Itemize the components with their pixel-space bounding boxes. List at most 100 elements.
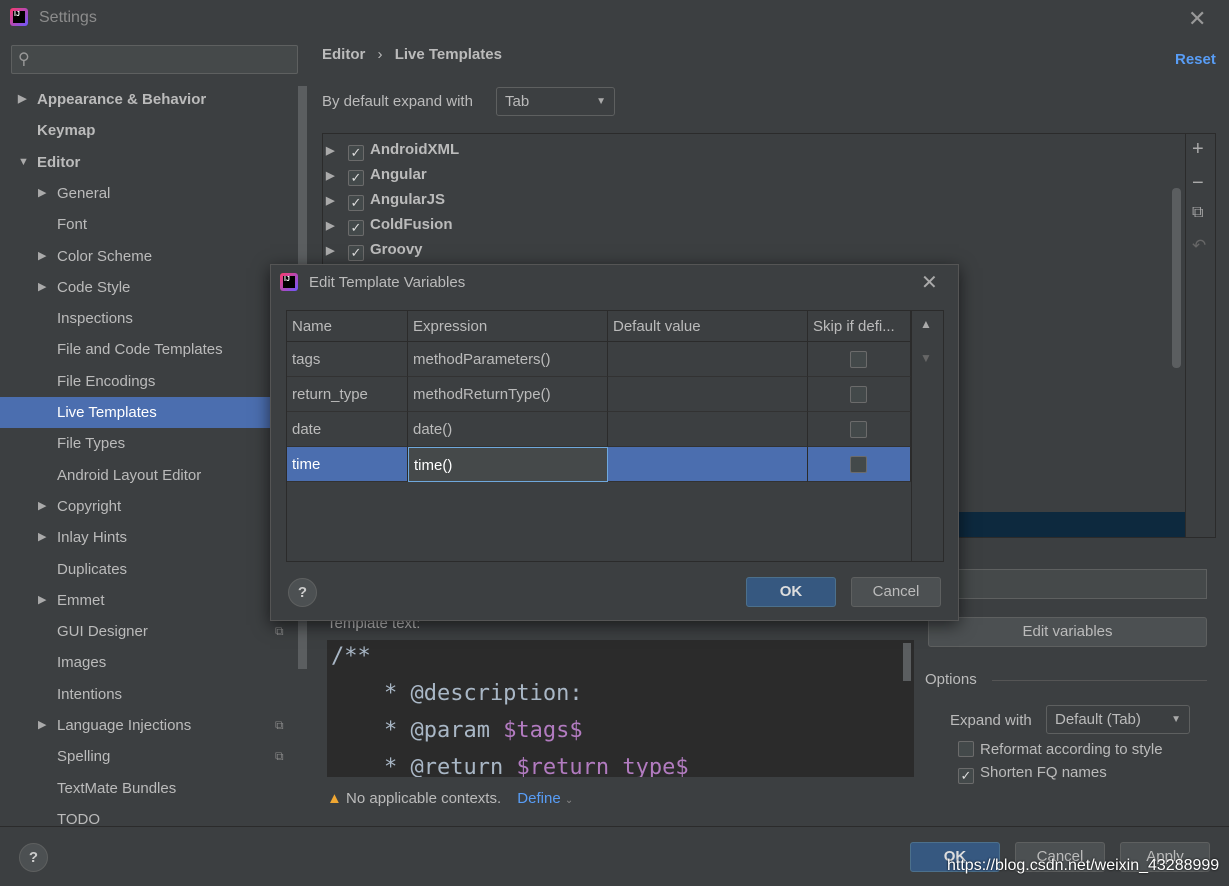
breadcrumb-editor[interactable]: Editor [322, 46, 365, 63]
sidebar-item[interactable]: ▶ Copyright [0, 491, 270, 522]
group-checkbox[interactable]: ✓ [348, 145, 364, 161]
chevron-right-icon[interactable]: ▶ [326, 214, 348, 239]
sidebar-item[interactable]: ▶ Emmet [0, 585, 270, 616]
cell-name[interactable]: return_type [287, 377, 408, 412]
sidebar-item[interactable]: GUI Designer ⧉ [0, 616, 284, 647]
chevron-right-icon[interactable]: ▶ [38, 585, 46, 616]
cell-expression[interactable]: methodParameters() [408, 342, 608, 377]
chevron-right-icon[interactable]: ▶ [38, 272, 46, 303]
template-group[interactable]: ▶ ✓ Groovy [326, 237, 423, 262]
sidebar-item[interactable]: File Types [0, 428, 270, 459]
column-header[interactable]: Skip if defi... [808, 311, 911, 342]
group-checkbox[interactable]: ✓ [348, 195, 364, 211]
cell-skip[interactable] [808, 447, 911, 482]
chevron-right-icon[interactable]: ▶ [38, 178, 46, 209]
cell-default[interactable] [608, 447, 808, 482]
sidebar-item[interactable]: Inspections [0, 303, 270, 334]
sidebar-item[interactable]: TODO [0, 804, 270, 835]
sidebar-item[interactable]: Keymap [0, 115, 270, 146]
dialog-ok-button[interactable]: OK [746, 577, 836, 607]
reformat-checkbox[interactable]: Reformat according to style [958, 741, 1163, 758]
dialog-cancel-button[interactable]: Cancel [851, 577, 941, 607]
cell-default[interactable] [608, 377, 808, 412]
dialog-help-button[interactable]: ? [288, 578, 317, 607]
move-down-icon[interactable]: ▼ [920, 351, 932, 365]
sidebar-item[interactable]: ▶ General [0, 178, 270, 209]
help-button[interactable]: ? [19, 843, 48, 872]
define-link[interactable]: Define ⌄ [517, 790, 573, 807]
close-icon[interactable]: ✕ [1188, 6, 1206, 32]
cell-default[interactable] [608, 412, 808, 447]
move-up-icon[interactable]: ▲ [920, 317, 932, 331]
template-group[interactable]: ▶ ✓ Angular [326, 162, 427, 187]
template-group[interactable]: ▶ ✓ ColdFusion [326, 212, 453, 237]
close-icon[interactable]: ✕ [921, 270, 938, 295]
chevron-right-icon[interactable]: ▶ [326, 139, 348, 164]
sidebar-item[interactable]: ▼ Editor [0, 147, 270, 178]
chevron-down-icon: ▼ [596, 96, 606, 107]
sidebar-item[interactable]: File and Code Templates [0, 334, 270, 365]
skip-checkbox[interactable] [850, 456, 867, 473]
skip-checkbox[interactable] [850, 351, 867, 368]
chevron-right-icon[interactable]: ▶ [38, 491, 46, 522]
sidebar-item[interactable]: Android Layout Editor [0, 460, 270, 491]
add-icon[interactable]: + [1192, 138, 1204, 161]
cell-default[interactable] [608, 342, 808, 377]
column-header[interactable]: Name [287, 311, 408, 342]
cell-skip[interactable] [808, 377, 911, 412]
group-checkbox[interactable]: ✓ [348, 220, 364, 236]
chevron-right-icon[interactable]: ▶ [18, 84, 26, 115]
template-group[interactable]: ▶ ✓ AngularJS [326, 187, 445, 212]
intellij-logo-icon: IJ [280, 273, 298, 291]
cell-expression[interactable]: date() [408, 412, 608, 447]
cell-skip[interactable] [808, 412, 911, 447]
remove-icon[interactable]: − [1192, 172, 1204, 195]
expand-select[interactable]: Tab ▼ [496, 87, 615, 116]
copy-icon[interactable]: ⧉ [1192, 204, 1203, 222]
sidebar-item[interactable]: Spelling ⧉ [0, 741, 284, 772]
chevron-down-icon: ⌄ [564, 795, 574, 806]
sidebar-item[interactable]: ▶ Code Style [0, 272, 270, 303]
skip-checkbox[interactable] [850, 421, 867, 438]
sidebar-item[interactable]: Images [0, 647, 270, 678]
expand-with-select[interactable]: Default (Tab) ▼ [1046, 705, 1190, 734]
shorten-fq-checkbox[interactable]: ✓ Shorten FQ names [958, 764, 1107, 784]
chevron-right-icon[interactable]: ▶ [326, 189, 348, 214]
description-input[interactable] [958, 569, 1207, 599]
column-header[interactable]: Default value [608, 311, 808, 342]
sidebar-item[interactable]: ▶ Language Injections ⧉ [0, 710, 284, 741]
sidebar-item[interactable]: TextMate Bundles [0, 773, 270, 804]
sidebar-item[interactable]: ▶ Inlay Hints [0, 522, 270, 553]
reset-link[interactable]: Reset [1175, 51, 1216, 68]
chevron-right-icon[interactable]: ▶ [38, 710, 46, 741]
sidebar-item[interactable]: Live Templates [0, 397, 270, 428]
cell-name[interactable]: time [287, 447, 408, 482]
chevron-down-icon[interactable]: ▼ [18, 147, 29, 178]
sidebar-item[interactable]: ▶ Color Scheme [0, 241, 270, 272]
group-checkbox[interactable]: ✓ [348, 170, 364, 186]
search-input[interactable]: ⚲ [11, 45, 298, 74]
group-checkbox[interactable]: ✓ [348, 245, 364, 261]
cell-name[interactable]: date [287, 412, 408, 447]
skip-checkbox[interactable] [850, 386, 867, 403]
sidebar-item[interactable]: Duplicates [0, 554, 270, 585]
tree-scrollbar[interactable] [1172, 188, 1181, 368]
template-group[interactable]: ▶ ✓ AndroidXML [326, 137, 459, 162]
edit-variables-button[interactable]: Edit variables [928, 617, 1207, 647]
template-text-editor[interactable]: /** * @description: * @param $tags$ * @r… [327, 640, 914, 777]
chevron-right-icon[interactable]: ▶ [326, 239, 348, 264]
chevron-right-icon[interactable]: ▶ [326, 164, 348, 189]
cell-skip[interactable] [808, 342, 911, 377]
undo-icon[interactable]: ↶ [1192, 236, 1206, 256]
chevron-right-icon[interactable]: ▶ [38, 522, 46, 553]
cell-name[interactable]: tags [287, 342, 408, 377]
sidebar-item[interactable]: File Encodings [0, 366, 270, 397]
column-header[interactable]: Expression [408, 311, 608, 342]
sidebar-item[interactable]: Intentions [0, 679, 270, 710]
editor-scrollbar[interactable] [903, 643, 911, 681]
cell-expression[interactable]: methodReturnType() [408, 377, 608, 412]
chevron-right-icon[interactable]: ▶ [38, 241, 46, 272]
cell-expression[interactable]: time() [408, 447, 608, 482]
sidebar-item[interactable]: Font [0, 209, 270, 240]
sidebar-item[interactable]: ▶ Appearance & Behavior [0, 84, 270, 115]
